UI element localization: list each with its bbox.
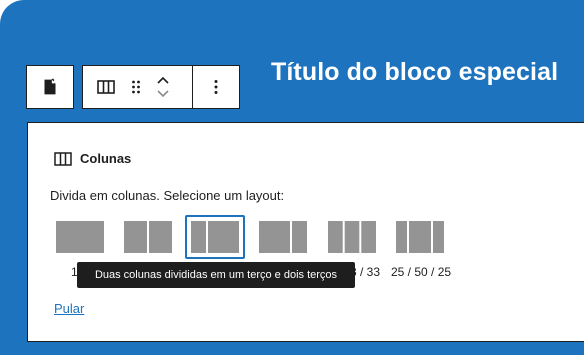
three-columns-equal-icon bbox=[328, 221, 376, 253]
two-columns-one-third-two-thirds-icon bbox=[191, 221, 239, 253]
one-column-icon bbox=[56, 221, 104, 253]
block-type-button[interactable] bbox=[39, 76, 61, 98]
variation-100-button[interactable] bbox=[50, 215, 110, 259]
block-transform-group bbox=[26, 65, 74, 109]
more-options-button[interactable] bbox=[213, 79, 219, 95]
variation-33-33-33-button[interactable] bbox=[322, 215, 382, 259]
columns-block-button[interactable] bbox=[83, 80, 129, 94]
block-name: Colunas bbox=[80, 151, 132, 166]
move-down-button[interactable] bbox=[156, 89, 170, 99]
drag-handle-icon bbox=[132, 80, 140, 94]
block-move-group bbox=[82, 65, 192, 109]
move-up-button[interactable] bbox=[156, 75, 170, 85]
columns-icon bbox=[54, 151, 72, 166]
page: Título do bloco especial Colunas Divida … bbox=[0, 0, 584, 355]
placeholder-instructions: Divida em colunas. Selecione um layout: bbox=[50, 188, 285, 203]
columns-icon bbox=[97, 80, 115, 94]
variation-tooltip: Duas colunas divididas em um terço e doi… bbox=[77, 262, 355, 288]
more-options-icon bbox=[214, 80, 218, 94]
variation-33-66-button[interactable] bbox=[185, 215, 245, 259]
variation-66-33-button[interactable] bbox=[253, 215, 313, 259]
variation-50-50-button[interactable] bbox=[118, 215, 178, 259]
variation-25-50-25-label: 25 / 50 / 25 bbox=[391, 265, 452, 279]
block-toolbar bbox=[26, 65, 240, 109]
move-up-icon bbox=[157, 76, 169, 84]
three-columns-wide-center-icon bbox=[396, 221, 444, 253]
columns-placeholder: Colunas Divida em colunas. Selecione um … bbox=[27, 122, 584, 342]
options-group bbox=[192, 65, 240, 109]
page-title: Título do bloco especial bbox=[271, 58, 559, 86]
two-columns-two-thirds-one-third-icon bbox=[259, 221, 307, 253]
move-controls bbox=[143, 75, 183, 99]
drag-handle-button[interactable] bbox=[129, 79, 143, 95]
placeholder-title: Colunas bbox=[54, 151, 131, 166]
two-columns-equal-icon bbox=[124, 221, 172, 253]
variation-25-50-25-button[interactable] bbox=[390, 215, 450, 259]
skip-link[interactable]: Pular bbox=[54, 301, 84, 316]
block-icon bbox=[44, 78, 56, 95]
move-down-icon bbox=[157, 90, 169, 98]
